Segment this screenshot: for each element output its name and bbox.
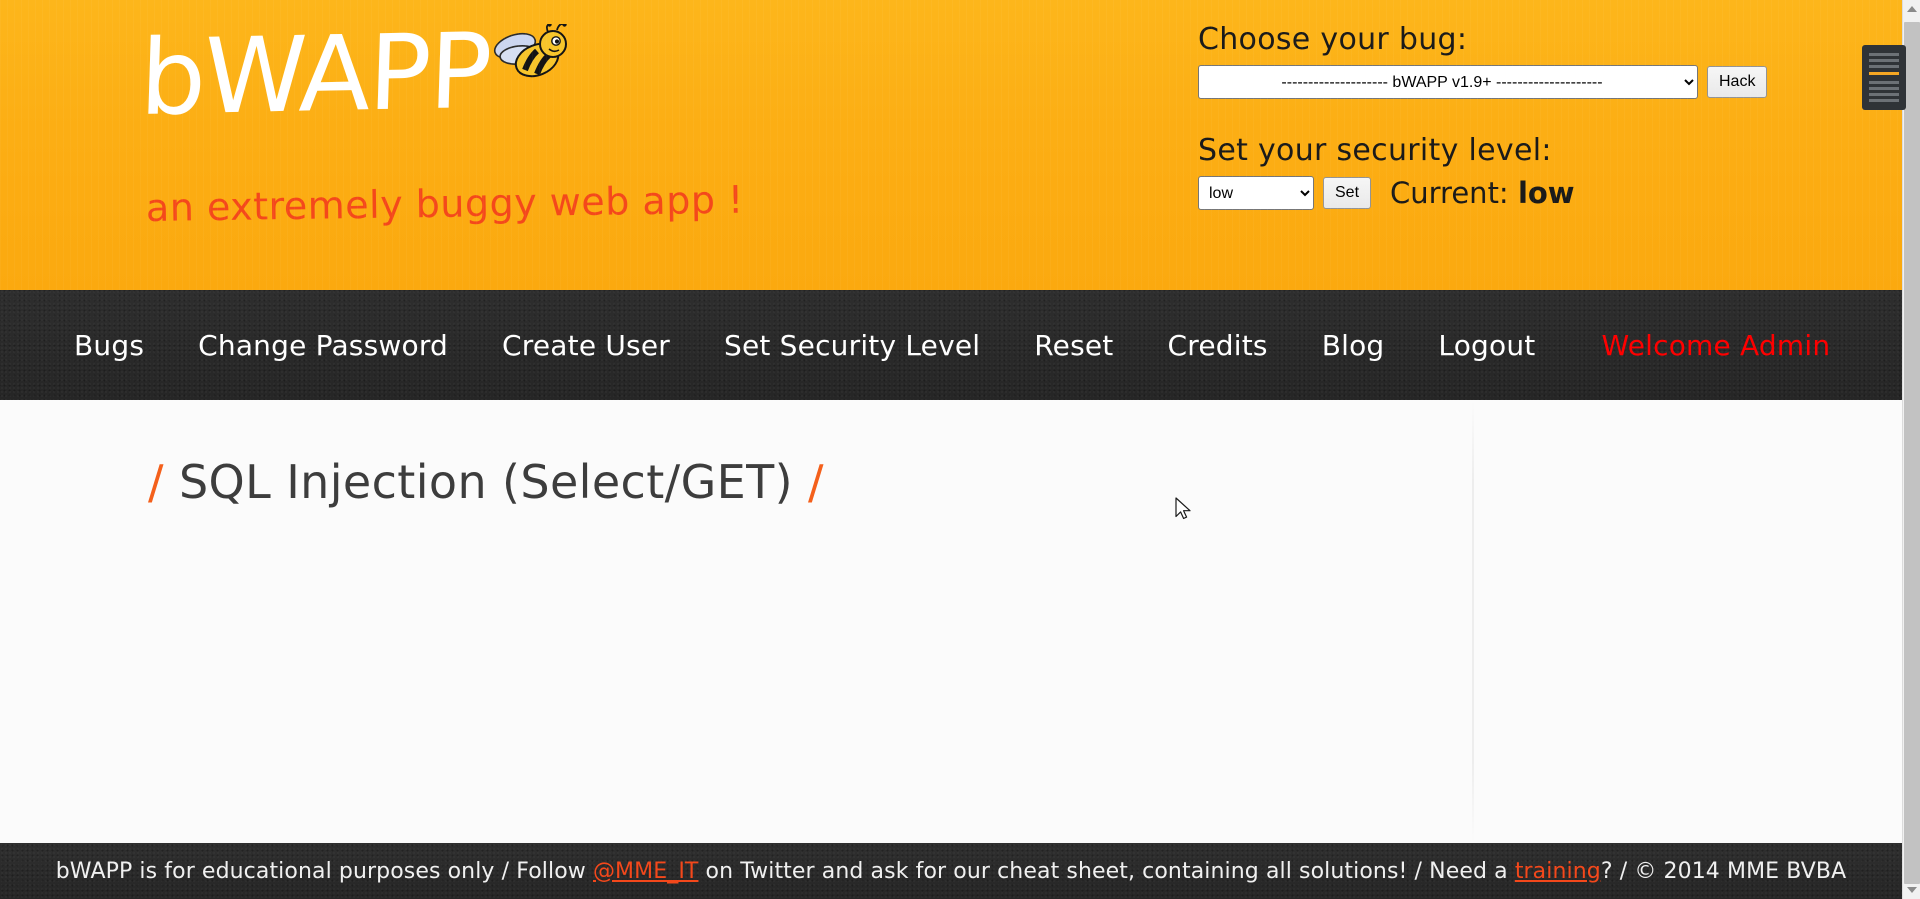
nav-item-bugs[interactable]: Bugs xyxy=(74,329,144,362)
mme-it-link[interactable]: @MME_IT xyxy=(593,859,699,884)
choose-bug-label: Choose your bug: xyxy=(1198,22,1468,57)
current-prefix: Current: xyxy=(1390,176,1509,210)
hack-button[interactable]: Hack xyxy=(1707,66,1768,98)
main-navigation: Bugs Change Password Create User Set Sec… xyxy=(0,290,1902,400)
vertical-scrollbar[interactable] xyxy=(1902,0,1920,899)
nav-item-credits[interactable]: Credits xyxy=(1167,329,1267,362)
scroll-down-arrow[interactable] xyxy=(1903,881,1920,899)
title-slash-right: / xyxy=(807,455,824,509)
nav-item-logout[interactable]: Logout xyxy=(1438,329,1535,362)
choose-bug-panel: Choose your bug: -------------------- bW… xyxy=(1198,22,1838,99)
scrollbar-overlay-chip xyxy=(1862,45,1906,110)
footer-part-1: bWAPP is for educational purposes only /… xyxy=(55,858,593,884)
nav-item-reset[interactable]: Reset xyxy=(1034,329,1113,362)
footer-part-3: ? / © 2014 MME BVBA xyxy=(1600,858,1847,884)
security-level-panel: Set your security level: low Set Current… xyxy=(1198,133,1838,210)
site-footer: bWAPP is for educational purposes only /… xyxy=(0,843,1902,899)
security-level-select[interactable]: low xyxy=(1198,176,1314,210)
nav-item-blog[interactable]: Blog xyxy=(1322,329,1385,362)
nav-item-set-security-level[interactable]: Set Security Level xyxy=(724,329,980,362)
current-security-level: Current: low xyxy=(1390,176,1575,210)
page-title: / SQL Injection (Select/GET) / xyxy=(148,455,824,509)
browser-page: bWAPP an extremely buggy web app ! Choos… xyxy=(0,0,1920,899)
site-tagline: an extremely buggy web app ! xyxy=(145,177,744,230)
site-header: bWAPP an extremely buggy web app ! Choos… xyxy=(0,0,1902,290)
bug-select[interactable]: -------------------- bWAPP v1.9+ -------… xyxy=(1198,65,1698,99)
main-content: / SQL Injection (Select/GET) / Select a … xyxy=(0,400,1902,843)
set-security-button[interactable]: Set xyxy=(1323,177,1372,209)
welcome-user-label: Welcome Admin xyxy=(1601,328,1831,362)
page-viewport: bWAPP an extremely buggy web app ! Choos… xyxy=(0,0,1902,899)
scroll-up-arrow[interactable] xyxy=(1903,0,1920,18)
nav-item-change-password[interactable]: Change Password xyxy=(198,329,448,362)
logo-text: bWAPP xyxy=(138,9,492,139)
security-level-label: Set your security level: xyxy=(1198,133,1552,168)
footer-part-2: on Twitter and ask for our cheat sheet, … xyxy=(698,858,1515,884)
site-logo[interactable]: bWAPP xyxy=(138,10,660,198)
nav-item-create-user[interactable]: Create User xyxy=(502,329,670,362)
footer-text: bWAPP is for educational purposes only /… xyxy=(56,859,1847,884)
bee-icon xyxy=(493,24,567,78)
scrollbar-thumb[interactable] xyxy=(1904,22,1920,884)
training-link[interactable]: training xyxy=(1515,859,1601,884)
title-slash-left: / xyxy=(148,455,164,509)
page-title-text: SQL Injection (Select/GET) xyxy=(178,455,793,509)
current-value: low xyxy=(1517,176,1575,210)
